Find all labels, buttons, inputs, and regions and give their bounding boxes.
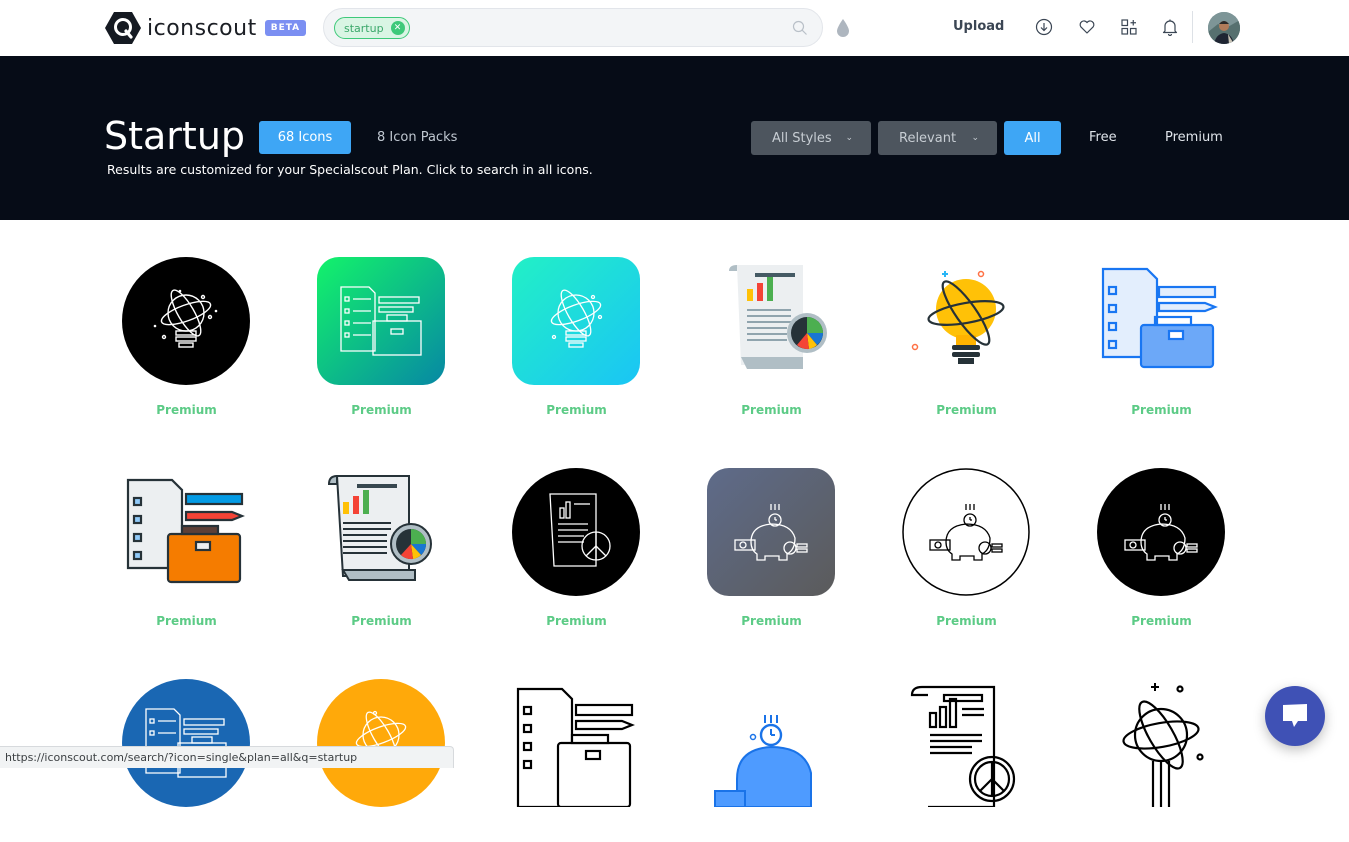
premium-label: Premium	[1131, 403, 1192, 417]
icon-card[interactable]	[479, 642, 674, 842]
premium-label: Premium	[156, 614, 217, 628]
icon-card[interactable]: Premium	[1064, 220, 1259, 420]
icon-card[interactable]: Premium	[479, 431, 674, 631]
checklist-briefcase-icon	[516, 687, 635, 807]
piggy-bank-savings-icon	[902, 468, 1030, 596]
filter-free[interactable]: Free	[1089, 130, 1117, 145]
icon-card[interactable]	[89, 642, 284, 842]
style-dropdown-label: All Styles	[772, 130, 832, 146]
nav-divider	[1192, 11, 1193, 43]
piggy-bank-savings-icon	[707, 468, 835, 596]
premium-label: Premium	[546, 403, 607, 417]
premium-label: Premium	[741, 403, 802, 417]
tab-icons[interactable]: 68 Icons	[259, 121, 351, 154]
user-photo-icon	[1208, 12, 1240, 44]
search-bar[interactable]: startup ✕	[323, 8, 823, 47]
brand-name: iconscout	[147, 15, 257, 41]
lightbulb-atom-icon	[1122, 683, 1204, 807]
piggy-bank-savings-icon	[1097, 468, 1225, 596]
search-chip-label: startup	[344, 21, 384, 35]
premium-label: Premium	[156, 403, 217, 417]
remove-chip-icon[interactable]: ✕	[390, 21, 405, 35]
premium-label: Premium	[1131, 614, 1192, 628]
premium-label: Premium	[741, 614, 802, 628]
icon-card[interactable]: Premium	[284, 431, 479, 631]
style-dropdown[interactable]: All Styles ⌄	[751, 121, 871, 155]
beta-badge: BETA	[264, 20, 307, 36]
premium-label: Premium	[351, 614, 412, 628]
chevron-down-icon: ⌄	[845, 133, 853, 143]
sort-dropdown[interactable]: Relevant ⌄	[878, 121, 997, 155]
filter-premium[interactable]: Premium	[1165, 130, 1223, 145]
report-pie-chart-icon	[512, 468, 640, 596]
logo[interactable]: iconscout BETA	[105, 12, 307, 44]
page-title: Startup	[104, 114, 246, 158]
color-drop-icon[interactable]	[835, 18, 851, 38]
plan-note[interactable]: Results are customized for your Specials…	[107, 162, 593, 177]
icon-card[interactable]: Premium	[869, 431, 1064, 631]
report-pie-chart-icon	[910, 685, 1016, 807]
lightbulb-atom-icon	[911, 270, 1005, 364]
search-header: Startup 68 Icons 8 Icon Packs Results ar…	[0, 56, 1349, 220]
checklist-briefcase-icon	[122, 679, 250, 807]
icon-card[interactable]: Premium	[89, 431, 284, 631]
icon-card[interactable]: Premium	[869, 220, 1064, 420]
icon-card[interactable]: Premium	[674, 220, 869, 420]
report-pie-chart-icon	[729, 265, 827, 369]
icon-card[interactable]: Premium	[89, 220, 284, 420]
filter-all[interactable]: All	[1004, 121, 1061, 155]
icon-card[interactable]: Premium	[284, 220, 479, 420]
lightbulb-atom-icon	[317, 679, 445, 807]
icon-card[interactable]: Premium	[674, 431, 869, 631]
lightbulb-atom-icon	[512, 257, 640, 385]
top-nav: iconscout BETA startup ✕ Upload	[0, 0, 1349, 56]
search-chip[interactable]: startup ✕	[334, 17, 410, 39]
premium-label: Premium	[936, 403, 997, 417]
chevron-down-icon: ⌄	[971, 133, 979, 143]
piggy-bank-savings-icon	[714, 715, 812, 807]
search-icon[interactable]	[792, 20, 808, 36]
lightbulb-atom-icon	[122, 257, 250, 385]
icon-card[interactable]: Premium	[1064, 431, 1259, 631]
chat-button[interactable]	[1265, 686, 1325, 746]
premium-label: Premium	[546, 614, 607, 628]
icon-card[interactable]	[869, 642, 1064, 842]
premium-label: Premium	[351, 403, 412, 417]
tab-icon-packs[interactable]: 8 Icon Packs	[377, 130, 457, 145]
results-grid: Premium Premium Premium Premium Premium …	[0, 220, 1349, 807]
bell-icon[interactable]	[1161, 18, 1179, 36]
download-icon[interactable]	[1035, 18, 1053, 36]
icon-card[interactable]: Premium	[479, 220, 674, 420]
user-avatar[interactable]	[1208, 12, 1240, 44]
iconscout-logo-icon	[105, 12, 141, 44]
collections-icon[interactable]	[1120, 18, 1138, 36]
premium-label: Premium	[936, 614, 997, 628]
chat-icon	[1283, 704, 1307, 727]
upload-link[interactable]: Upload	[953, 19, 1004, 34]
checklist-briefcase-icon	[1101, 267, 1218, 369]
icon-card[interactable]	[674, 642, 869, 842]
sort-dropdown-label: Relevant	[899, 130, 957, 146]
report-pie-chart-icon	[327, 474, 432, 581]
icon-card[interactable]	[1064, 642, 1259, 842]
checklist-briefcase-icon	[317, 257, 445, 385]
icon-card[interactable]	[284, 642, 479, 842]
status-bar-url: https://iconscout.com/search/?icon=singl…	[0, 746, 454, 768]
checklist-briefcase-icon	[126, 478, 245, 584]
heart-icon[interactable]	[1078, 18, 1096, 36]
